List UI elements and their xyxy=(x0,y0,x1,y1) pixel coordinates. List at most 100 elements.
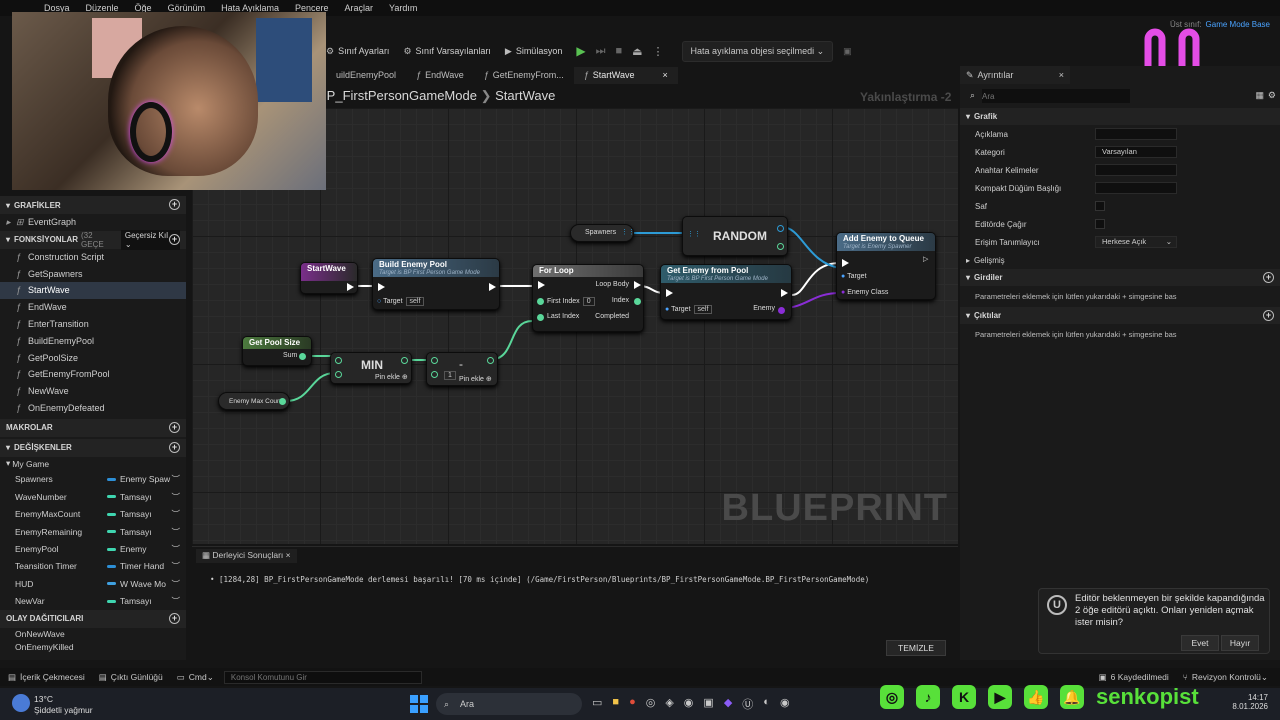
first-index-value[interactable]: 0 xyxy=(582,297,595,306)
completed-pin[interactable]: Completed xyxy=(595,313,629,320)
enemy-class-pin[interactable]: ● Enemy Class xyxy=(841,289,888,296)
variable-type[interactable]: Tamsayı xyxy=(107,492,152,502)
description-field[interactable] xyxy=(1095,128,1177,140)
visibility-chevron-icon[interactable]: ︶ xyxy=(171,508,180,520)
add-graph-icon[interactable]: + xyxy=(169,199,180,210)
node-enemy-max-count-getter[interactable]: Enemy Max Count xyxy=(218,392,290,410)
menu-araclar[interactable]: Araçlar xyxy=(345,3,374,13)
access-dropdown[interactable]: Herkese Açık ⌄ xyxy=(1095,236,1177,248)
windows-start-icon[interactable] xyxy=(410,695,428,713)
folder-icon[interactable]: ■ xyxy=(612,696,619,712)
taskview-icon[interactable]: ▭ xyxy=(592,696,602,712)
function-item[interactable]: ƒ BuildEnemyPool xyxy=(0,333,186,350)
last-index-pin[interactable]: Last Index xyxy=(547,313,579,320)
clear-button[interactable]: TEMİZLE xyxy=(886,640,946,656)
tab-startwave[interactable]: ƒ StartWave × xyxy=(573,67,678,84)
graphic-section-header[interactable]: ▾ Grafik xyxy=(960,108,1280,125)
variable-type[interactable]: Enemy xyxy=(107,544,146,554)
target-pin[interactable]: ● Target xyxy=(841,273,867,280)
node-random[interactable]: RANDOM ⋮⋮ xyxy=(682,216,788,256)
variable-item[interactable]: EnemyPool Enemy ︶ xyxy=(0,540,186,557)
unreal-icon[interactable]: Ⓤ xyxy=(742,696,753,712)
visibility-chevron-icon[interactable]: ︶ xyxy=(171,595,180,607)
add-dispatcher-icon[interactable]: + xyxy=(169,612,180,624)
function-item[interactable]: ƒ GetPoolSize xyxy=(0,350,186,367)
variable-item[interactable]: Teansition Timer Timer Hand ︶ xyxy=(0,558,186,575)
clock[interactable]: 14:17 8.01.2026 xyxy=(1232,693,1268,711)
variable-category[interactable]: ▾ My Game xyxy=(0,457,186,471)
variable-item[interactable]: WaveNumber Tamsayı ︶ xyxy=(0,488,186,505)
functions-section-header[interactable]: ▾ FONKSİYONLAR (32 GEÇE Geçersiz Kıl ⌄ + xyxy=(0,229,186,250)
close-icon[interactable]: × xyxy=(663,70,668,80)
visibility-chevron-icon[interactable]: ︶ xyxy=(171,473,180,485)
node-startwave[interactable]: StartWave xyxy=(300,262,358,294)
variable-item[interactable]: HUD W Wave Mo ︶ xyxy=(0,575,186,592)
pure-checkbox[interactable] xyxy=(1095,201,1105,211)
subtract-value[interactable]: 1 xyxy=(444,371,456,380)
variable-item[interactable]: EnemyRemaining Tamsayı ︶ xyxy=(0,523,186,540)
compiler-tab[interactable]: ▦ Derleyici Sonuçları × xyxy=(196,549,297,563)
play-icon[interactable]: ▶ xyxy=(576,44,585,58)
target-pin[interactable]: ○ Target self xyxy=(377,297,425,306)
exec-out-icon[interactable]: ▷ xyxy=(923,255,928,263)
graphs-section-header[interactable]: ▾ GRAFİKLER + xyxy=(0,196,186,214)
graph-item-eventgraph[interactable]: ▸ ⊞ EventGraph xyxy=(0,214,186,231)
menu-yardim[interactable]: Yardım xyxy=(389,3,417,13)
more-icon[interactable]: ⋮ xyxy=(653,45,664,58)
add-function-icon[interactable]: + xyxy=(169,233,180,245)
node-spawners-getter[interactable]: Spawners ⋮⋮ xyxy=(570,224,635,242)
node-subtract[interactable]: - 1 Pin ekle ⊕ xyxy=(426,352,498,386)
self-value[interactable]: self xyxy=(405,297,425,306)
node-min[interactable]: MIN Pin ekle ⊕ xyxy=(330,352,412,384)
dispatcher-item[interactable]: OnEnemyKilled xyxy=(0,641,186,654)
variable-type[interactable]: Enemy Spaw xyxy=(107,474,170,484)
close-icon[interactable]: × xyxy=(286,550,291,560)
variable-type[interactable]: Tamsayı xyxy=(107,596,152,606)
inputs-section-header[interactable]: ▾ Girdiler + xyxy=(960,269,1280,286)
loop-body-pin[interactable]: Loop Body xyxy=(596,281,629,288)
output-log-button[interactable]: ▤ Çıktı Günlüğü xyxy=(99,672,163,683)
exec-out-pin[interactable] xyxy=(347,283,354,291)
exec-out-pin[interactable] xyxy=(489,283,496,291)
advanced-row[interactable]: ▸ Gelişmiş xyxy=(960,251,1280,269)
variable-type[interactable]: Tamsayı xyxy=(107,527,152,537)
visibility-chevron-icon[interactable]: ︶ xyxy=(171,491,180,503)
class-defaults-button[interactable]: ⚙ Sınıf Varsayılanları xyxy=(403,46,490,57)
target-pin[interactable]: ● Target self xyxy=(665,305,713,314)
call-in-editor-checkbox[interactable] xyxy=(1095,219,1105,229)
app-icon[interactable]: ◎ xyxy=(646,696,656,712)
eject-icon[interactable]: ⏏ xyxy=(632,45,642,58)
enemy-pin[interactable]: Enemy xyxy=(753,305,775,312)
visibility-chevron-icon[interactable]: ︶ xyxy=(171,560,180,572)
details-search-input[interactable] xyxy=(982,89,1130,103)
class-settings-button[interactable]: ⚙ Sınıf Ayarları xyxy=(326,46,389,57)
exec-out-pin[interactable] xyxy=(781,289,788,297)
exec-in-pin[interactable] xyxy=(378,283,385,291)
variable-item[interactable]: NewVar Tamsayı ︶ xyxy=(0,593,186,610)
toast-no-button[interactable]: Hayır xyxy=(1221,635,1259,651)
exec-in-pin[interactable] xyxy=(538,281,545,289)
node-for-loop[interactable]: For Loop Loop Body First Index 0 Index La… xyxy=(532,264,644,332)
min-add-pin-button[interactable]: Pin ekle ⊕ xyxy=(375,373,408,381)
find-icon[interactable]: ▣ xyxy=(843,46,852,57)
tab-endwave[interactable]: ƒ EndWave xyxy=(406,67,474,84)
function-item[interactable]: ƒ EndWave xyxy=(0,299,186,316)
console-input[interactable] xyxy=(223,670,422,684)
grid-icon[interactable]: ▦ xyxy=(1255,90,1264,101)
variable-item[interactable]: Spawners Enemy Spaw ︶ xyxy=(0,471,186,488)
variable-type[interactable]: Timer Hand xyxy=(107,561,164,571)
close-icon[interactable]: × xyxy=(1059,70,1064,80)
node-add-enemy-to-queue[interactable]: Add Enemy to Queue Target is Enemy Spawne… xyxy=(836,232,936,300)
visibility-chevron-icon[interactable]: ︶ xyxy=(171,578,180,590)
taskbar-search[interactable]: ⌕ Ara xyxy=(436,693,582,715)
self-value[interactable]: self xyxy=(693,305,713,314)
first-index-pin[interactable]: First Index 0 xyxy=(547,297,595,306)
stop-icon[interactable]: ■ xyxy=(615,45,622,57)
simulation-button[interactable]: ▶ Simülasyon xyxy=(505,46,562,57)
add-input-icon[interactable]: + xyxy=(1263,272,1274,283)
details-tab[interactable]: ✎ Ayrıntılar × xyxy=(960,66,1070,84)
dispatchers-section-header[interactable]: OLAY DAĞITICILARI + xyxy=(0,609,186,628)
add-variable-icon[interactable]: + xyxy=(169,441,180,453)
breadcrumb-graph[interactable]: BP_FirstPersonGameMode xyxy=(318,88,477,103)
function-item[interactable]: ƒ GetEnemyFromPool xyxy=(0,366,186,383)
